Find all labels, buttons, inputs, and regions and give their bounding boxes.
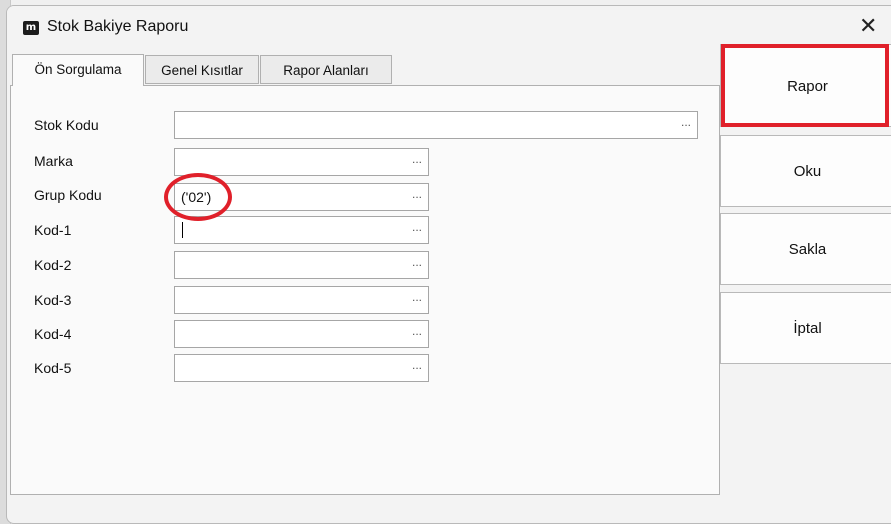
marka-field[interactable]: ... [174,148,429,176]
oku-button[interactable]: Oku [720,135,891,207]
rapor-highlight-annotation [721,44,889,127]
stok-kodu-label: Stok Kodu [34,117,99,133]
kod-1-field[interactable]: ... [174,216,429,244]
kod-3-label: Kod-3 [34,292,72,308]
kod-1-label: Kod-1 [34,222,72,238]
grup-kodu-browse-button[interactable]: ... [412,181,422,207]
tab-on-sorgulama[interactable]: Ön Sorgulama [12,54,144,86]
kod-4-browse-button[interactable]: ... [412,318,422,344]
dialog-title: Stok Bakiye Raporu [47,18,189,35]
marka-label: Marka [34,153,73,169]
text-cursor [182,222,183,238]
marka-browse-button[interactable]: ... [412,146,422,172]
stok-kodu-field[interactable]: ... [174,111,698,139]
kod-4-label: Kod-4 [34,326,72,342]
kod-3-field[interactable]: ... [174,286,429,314]
kod-5-label: Kod-5 [34,360,72,376]
grup-kodu-label: Grup Kodu [34,187,102,203]
kod-1-browse-button[interactable]: ... [412,214,422,240]
kod-3-browse-button[interactable]: ... [412,284,422,310]
kod-5-browse-button[interactable]: ... [412,352,422,378]
sakla-button[interactable]: Sakla [720,213,891,285]
stok-kodu-browse-button[interactable]: ... [681,109,691,135]
tab-genel-kisitlar[interactable]: Genel Kısıtlar [145,55,259,84]
iptal-button[interactable]: İptal [720,292,891,364]
close-icon[interactable]: ✕ [859,15,877,37]
kod-2-browse-button[interactable]: ... [412,249,422,275]
kod-4-field[interactable]: ... [174,320,429,348]
kod-5-field[interactable]: ... [174,354,429,382]
tab-rapor-alanlari[interactable]: Rapor Alanları [260,55,392,84]
app-logo-icon: m [23,21,39,35]
kod-2-label: Kod-2 [34,257,72,273]
kod-2-field[interactable]: ... [174,251,429,279]
grup-kodu-highlight-annotation [164,173,232,221]
